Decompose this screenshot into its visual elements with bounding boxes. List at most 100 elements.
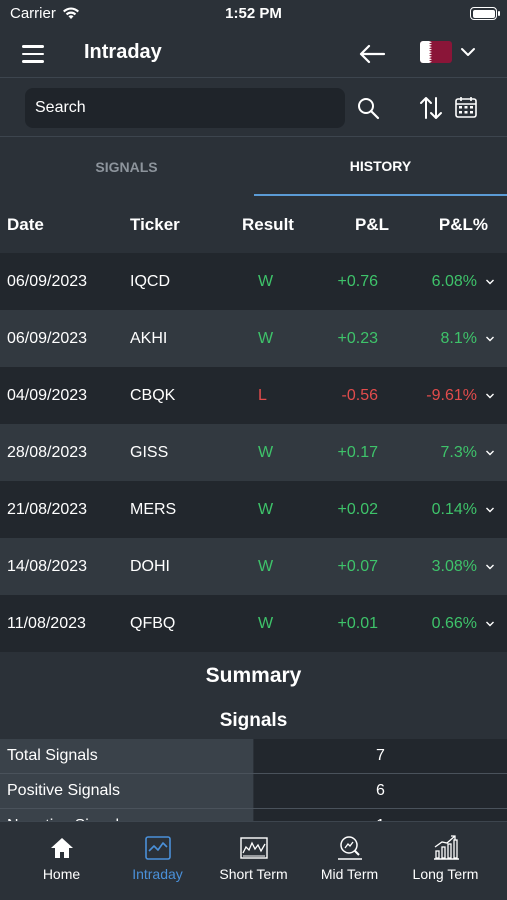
tab-history[interactable]: HISTORY <box>254 138 507 196</box>
row-pl: +0.23 <box>337 329 378 347</box>
row-pl-percent: 7.3% <box>440 443 477 461</box>
tab-bar-label: Short Term <box>219 866 288 882</box>
row-date: 11/08/2023 <box>7 614 86 632</box>
summary-label: Negative Signals <box>0 809 253 821</box>
row-pl-percent: -9.61% <box>426 386 477 404</box>
row-date: 06/09/2023 <box>7 272 88 290</box>
table-row[interactable]: 06/09/2023 AKHI W +0.23 8.1% <box>0 310 507 367</box>
mid-term-chart-icon <box>338 836 362 860</box>
row-date: 04/09/2023 <box>7 386 88 404</box>
table-row[interactable]: 14/08/2023 DOHI W +0.07 3.08% <box>0 538 507 595</box>
row-ticker: DOHI <box>130 557 170 575</box>
qatar-flag-icon[interactable] <box>420 41 452 63</box>
row-date: 21/08/2023 <box>7 500 88 518</box>
column-header-date: Date <box>7 215 44 234</box>
tab-bar-label: Mid Term <box>320 866 379 882</box>
app-header: Intraday <box>0 30 507 78</box>
row-result: L <box>258 386 267 404</box>
tab-bar-home[interactable]: Home <box>11 822 112 900</box>
row-pl: +0.07 <box>337 557 378 575</box>
back-arrow-icon[interactable] <box>358 42 386 66</box>
bottom-tab-bar: Home Intraday Short Term Mid Term Long T… <box>0 821 507 900</box>
summary-label: Positive Signals <box>0 774 253 808</box>
column-header-pl-percent: P&L% <box>438 215 488 234</box>
row-result: W <box>258 614 274 632</box>
page-title: Intraday <box>84 41 162 63</box>
long-term-chart-icon <box>434 835 459 860</box>
row-pl-percent: 3.08% <box>431 557 477 575</box>
column-header-result: Result <box>242 215 294 234</box>
row-date: 06/09/2023 <box>7 329 88 347</box>
row-ticker: CBQK <box>130 386 176 404</box>
row-pl: +0.02 <box>337 500 378 518</box>
row-pl-percent: 0.14% <box>431 500 477 518</box>
table-row[interactable]: 28/08/2023 GISS W +0.17 7.3% <box>0 424 507 481</box>
row-pl-percent: 0.66% <box>431 614 477 632</box>
row-date: 14/08/2023 <box>7 557 88 575</box>
clock: 1:52 PM <box>225 5 282 22</box>
segment-tabs: SIGNALS HISTORY <box>0 138 507 196</box>
intraday-chart-icon <box>145 836 171 860</box>
short-term-chart-icon <box>240 837 268 859</box>
summary-table: Total Signals 7 Positive Signals 6 Negat… <box>0 739 507 821</box>
history-table: 06/09/2023 IQCD W +0.76 6.08% 06/09/2023… <box>0 253 507 652</box>
battery-icon <box>470 7 500 20</box>
tab-signals[interactable]: SIGNALS <box>0 138 253 196</box>
row-pl: +0.01 <box>337 614 378 632</box>
summary-row: Total Signals 7 <box>0 739 507 774</box>
row-result: W <box>258 500 274 518</box>
summary-value: 1 <box>254 809 507 821</box>
tab-bar-long-term[interactable]: Long Term <box>395 822 496 900</box>
chevron-down-icon[interactable] <box>485 562 495 572</box>
summary-value: 7 <box>254 739 507 773</box>
table-row[interactable]: 04/09/2023 CBQK L -0.56 -9.61% <box>0 367 507 424</box>
summary-label: Total Signals <box>0 739 253 773</box>
row-ticker: QFBQ <box>130 614 176 632</box>
table-header: Date Ticker Result P&L P&L% <box>0 198 507 252</box>
row-ticker: MERS <box>130 500 177 518</box>
hamburger-menu-icon[interactable] <box>22 45 44 63</box>
chevron-down-icon[interactable] <box>485 619 495 629</box>
summary-value: 6 <box>254 774 507 808</box>
row-result: W <box>258 272 274 290</box>
table-row[interactable]: 06/09/2023 IQCD W +0.76 6.08% <box>0 253 507 310</box>
tab-bar-label: Intraday <box>132 866 183 882</box>
row-ticker: GISS <box>130 443 169 461</box>
row-date: 28/08/2023 <box>7 443 88 461</box>
row-pl-percent: 8.1% <box>440 329 477 347</box>
status-bar: Carrier 1:52 PM <box>0 0 507 30</box>
row-ticker: IQCD <box>130 272 170 290</box>
column-header-pl: P&L <box>355 215 389 234</box>
row-ticker: AKHI <box>130 329 168 347</box>
row-pl-percent: 6.08% <box>431 272 477 290</box>
summary-title: Summary <box>205 664 302 687</box>
chevron-down-icon[interactable] <box>485 277 495 287</box>
row-result: W <box>258 557 274 575</box>
chevron-down-icon[interactable] <box>485 391 495 401</box>
chevron-down-icon[interactable] <box>460 44 476 60</box>
search-input[interactable] <box>25 88 345 128</box>
summary-row: Negative Signals 1 <box>0 809 507 821</box>
row-result: W <box>258 329 274 347</box>
chevron-down-icon[interactable] <box>485 505 495 515</box>
row-pl: +0.17 <box>337 443 378 461</box>
table-row[interactable]: 21/08/2023 MERS W +0.02 0.14% <box>0 481 507 538</box>
row-pl: +0.76 <box>337 272 378 290</box>
row-pl: -0.56 <box>341 386 378 404</box>
chevron-down-icon[interactable] <box>485 448 495 458</box>
row-result: W <box>258 443 274 461</box>
tab-bar-label: Long Term <box>412 866 479 882</box>
tab-bar-mid-term[interactable]: Mid Term <box>299 822 400 900</box>
column-header-ticker: Ticker <box>130 215 180 234</box>
signals-subtitle: Signals <box>219 710 288 731</box>
search-icon[interactable] <box>356 96 380 120</box>
calendar-icon[interactable] <box>454 95 478 119</box>
chevron-down-icon[interactable] <box>485 334 495 344</box>
tab-bar-intraday[interactable]: Intraday <box>107 822 208 900</box>
tab-bar-short-term[interactable]: Short Term <box>203 822 304 900</box>
summary-row: Positive Signals 6 <box>0 774 507 809</box>
table-row[interactable]: 11/08/2023 QFBQ W +0.01 0.66% <box>0 595 507 652</box>
sort-icon[interactable] <box>418 95 444 121</box>
home-icon <box>51 838 73 858</box>
search-row <box>0 79 507 137</box>
